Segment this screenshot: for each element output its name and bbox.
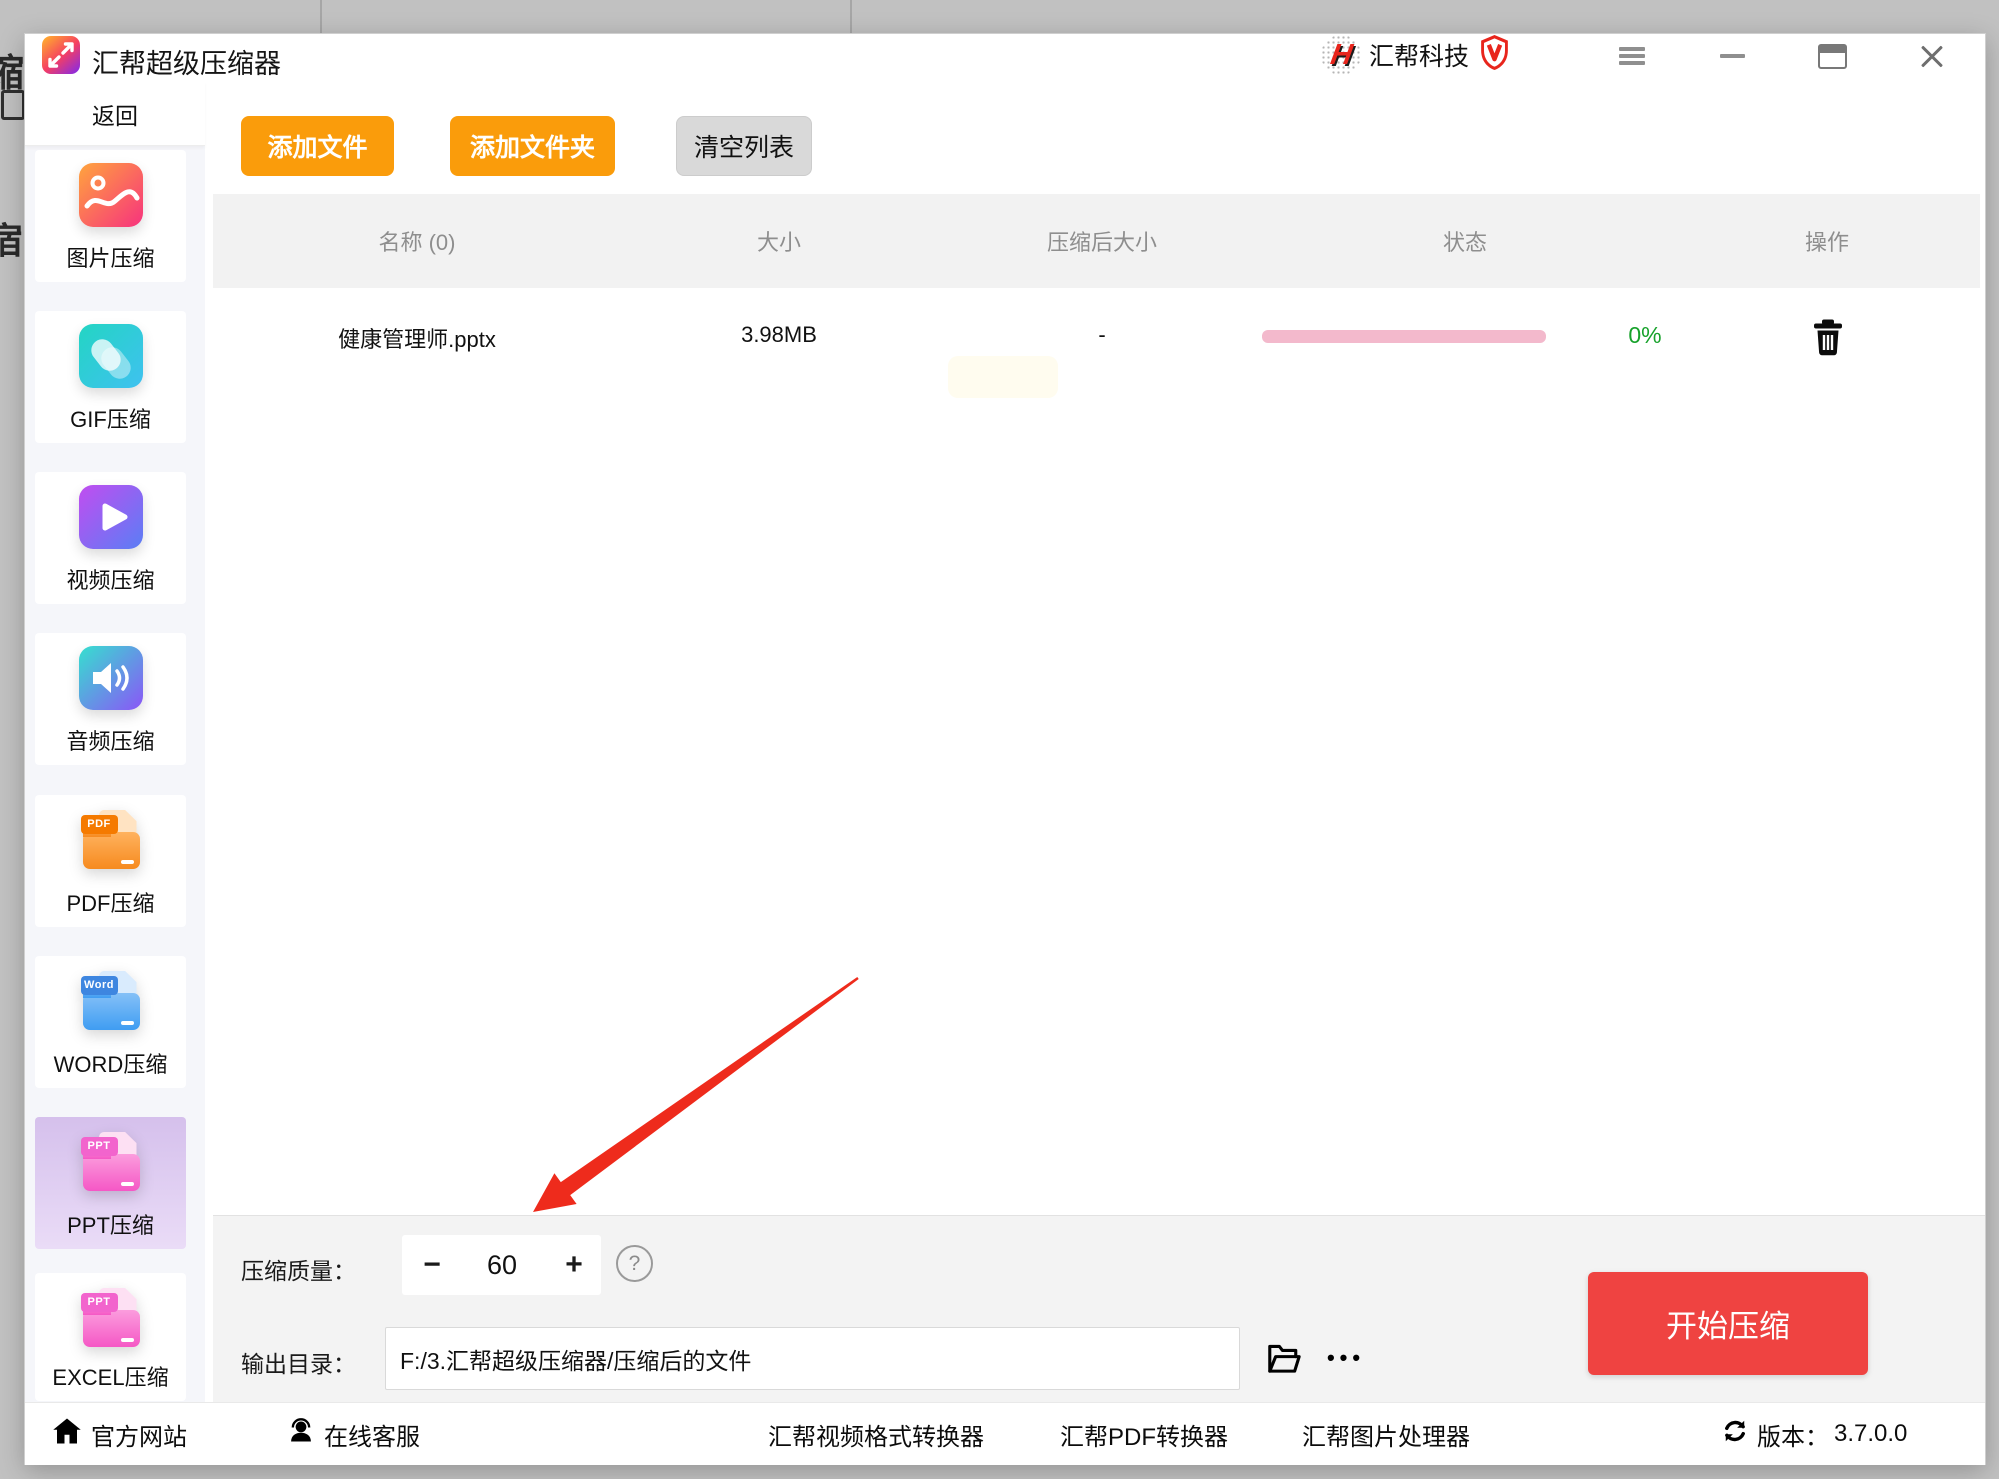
home-icon: [52, 1417, 82, 1452]
sidebar-item-pdf-compress[interactable]: PDF PDF压缩: [35, 795, 186, 927]
delete-file-button[interactable]: [1811, 318, 1845, 356]
file-name: 健康管理师.pptx: [338, 327, 496, 352]
start-compress-button[interactable]: 开始压缩: [1588, 1272, 1868, 1375]
more-options-button[interactable]: •••: [1317, 1337, 1375, 1379]
brand-logo-icon: H: [1321, 35, 1361, 75]
background-window-fragment: 宿: [0, 220, 24, 261]
column-status: 状态: [1442, 230, 1487, 255]
sidebar-item-ppt-compress-selected[interactable]: PPT PPT压缩: [35, 1117, 186, 1249]
sidebar-item-label: 图片压缩: [66, 246, 155, 271]
sidebar-item-label: 音频压缩: [66, 729, 155, 754]
app-logo-icon: [42, 36, 80, 74]
quality-help-icon[interactable]: ?: [616, 1245, 653, 1282]
word-tag: Word: [80, 976, 118, 995]
footer-link-video-converter[interactable]: 汇帮视频格式转换器: [768, 1403, 984, 1465]
compressed-size: -: [1098, 322, 1106, 347]
footer-link-image-processor[interactable]: 汇帮图片处理器: [1302, 1403, 1470, 1465]
table-header: 名称 (0) 大小 压缩后大小 状态 操作: [213, 194, 1980, 288]
add-folder-button[interactable]: 添加文件夹: [450, 116, 615, 176]
version-label: 版本：: [1757, 1423, 1829, 1451]
sidebar-item-label: EXCEL压缩: [52, 1365, 169, 1390]
image-compress-icon: [78, 163, 143, 227]
brand-area[interactable]: H 汇帮科技: [1321, 34, 1510, 76]
sidebar-item-label: WORD压缩: [53, 1052, 168, 1077]
menu-button[interactable]: [1610, 38, 1654, 74]
sidebar-item-label: 视频压缩: [66, 568, 155, 593]
browse-folder-icon[interactable]: [1263, 1337, 1305, 1379]
column-size: 大小: [756, 230, 801, 255]
quality-label: 压缩质量：: [241, 1258, 356, 1284]
window-title: 汇帮超级压缩器: [92, 49, 281, 79]
version-info[interactable]: 版本： 3.7.0.0: [1722, 1403, 1907, 1465]
security-shield-icon: [1479, 34, 1510, 76]
pdf-compress-icon: PDF: [79, 808, 143, 872]
add-file-button[interactable]: 添加文件: [241, 116, 394, 176]
gif-compress-icon: [78, 324, 143, 388]
sidebar-item-gif-compress[interactable]: GIF压缩: [35, 311, 186, 443]
official-site-link[interactable]: 官方网站: [52, 1403, 187, 1465]
back-button[interactable]: 返回: [25, 82, 205, 146]
clear-list-button[interactable]: 清空列表: [676, 116, 812, 176]
progress-bar: [1262, 330, 1546, 343]
brand-name: 汇帮科技: [1369, 43, 1470, 71]
maximize-button[interactable]: [1810, 38, 1854, 74]
support-agent-icon: [287, 1417, 315, 1452]
excel-compress-icon: PPT: [79, 1286, 143, 1350]
minimize-button[interactable]: [1710, 38, 1754, 74]
column-actions: 操作: [1804, 230, 1849, 255]
audio-compress-icon: [78, 646, 143, 710]
output-dir-label: 输出目录：: [241, 1351, 356, 1377]
sidebar-item-image-compress[interactable]: 图片压缩: [35, 150, 186, 282]
background-window-edge: [850, 0, 852, 34]
column-compressed-size: 压缩后大小: [1046, 230, 1157, 255]
sidebar-item-label: PPT压缩: [67, 1213, 154, 1238]
ppt-tag: PPT: [80, 1137, 118, 1156]
refresh-icon: [1722, 1418, 1748, 1451]
background-window-fragment: 缩: [0, 53, 25, 95]
online-support-link[interactable]: 在线客服: [287, 1403, 420, 1465]
sidebar-item-label: GIF压缩: [70, 407, 151, 432]
hover-ghost-artifact: [948, 356, 1058, 398]
output-path-value: F:/3.汇帮超级压缩器/压缩后的文件: [400, 1347, 752, 1374]
sidebar-item-word-compress[interactable]: Word WORD压缩: [35, 956, 186, 1088]
sidebar-item-audio-compress[interactable]: 音频压缩: [35, 633, 186, 765]
quality-decrease-button[interactable]: −: [407, 1235, 457, 1295]
file-size: 3.98MB: [741, 322, 817, 347]
ppt-compress-icon: PPT: [79, 1130, 143, 1194]
sidebar-item-video-compress[interactable]: 视频压缩: [35, 472, 186, 604]
pdf-tag: PDF: [80, 815, 118, 834]
app-window: 汇帮超级压缩器 H 汇帮科技 返回 图片压缩 GIF压缩 视频压缩 音频压缩 P…: [25, 34, 1985, 1465]
column-name: 名称 (0): [378, 230, 456, 255]
sidebar-item-excel-compress[interactable]: PPT EXCEL压缩: [35, 1273, 186, 1401]
version-value: 3.7.0.0: [1834, 1420, 1908, 1447]
background-window-edge: [320, 0, 322, 34]
footer-link-pdf-converter[interactable]: 汇帮PDF转换器: [1060, 1403, 1228, 1465]
quality-increase-button[interactable]: +: [549, 1235, 599, 1295]
video-compress-icon: [78, 485, 143, 549]
quality-value[interactable]: 60: [462, 1235, 542, 1295]
sidebar-item-label: PDF压缩: [66, 891, 155, 916]
background-window-fragment: [1, 90, 25, 120]
desktop: 缩 宿 汇帮超级压缩器 H 汇帮科技 返回 图片压缩 GIF压缩 视频压缩 音频…: [0, 0, 1999, 1479]
close-button[interactable]: [1910, 38, 1954, 74]
progress-percent: 0%: [1628, 322, 1662, 348]
footer: 官方网站 在线客服 汇帮视频格式转换器 汇帮PDF转换器 汇帮图片处理器 版本：…: [25, 1402, 1985, 1465]
ppt-tag: PPT: [80, 1293, 118, 1312]
output-path-input[interactable]: F:/3.汇帮超级压缩器/压缩后的文件: [385, 1327, 1240, 1390]
word-compress-icon: Word: [79, 969, 143, 1033]
